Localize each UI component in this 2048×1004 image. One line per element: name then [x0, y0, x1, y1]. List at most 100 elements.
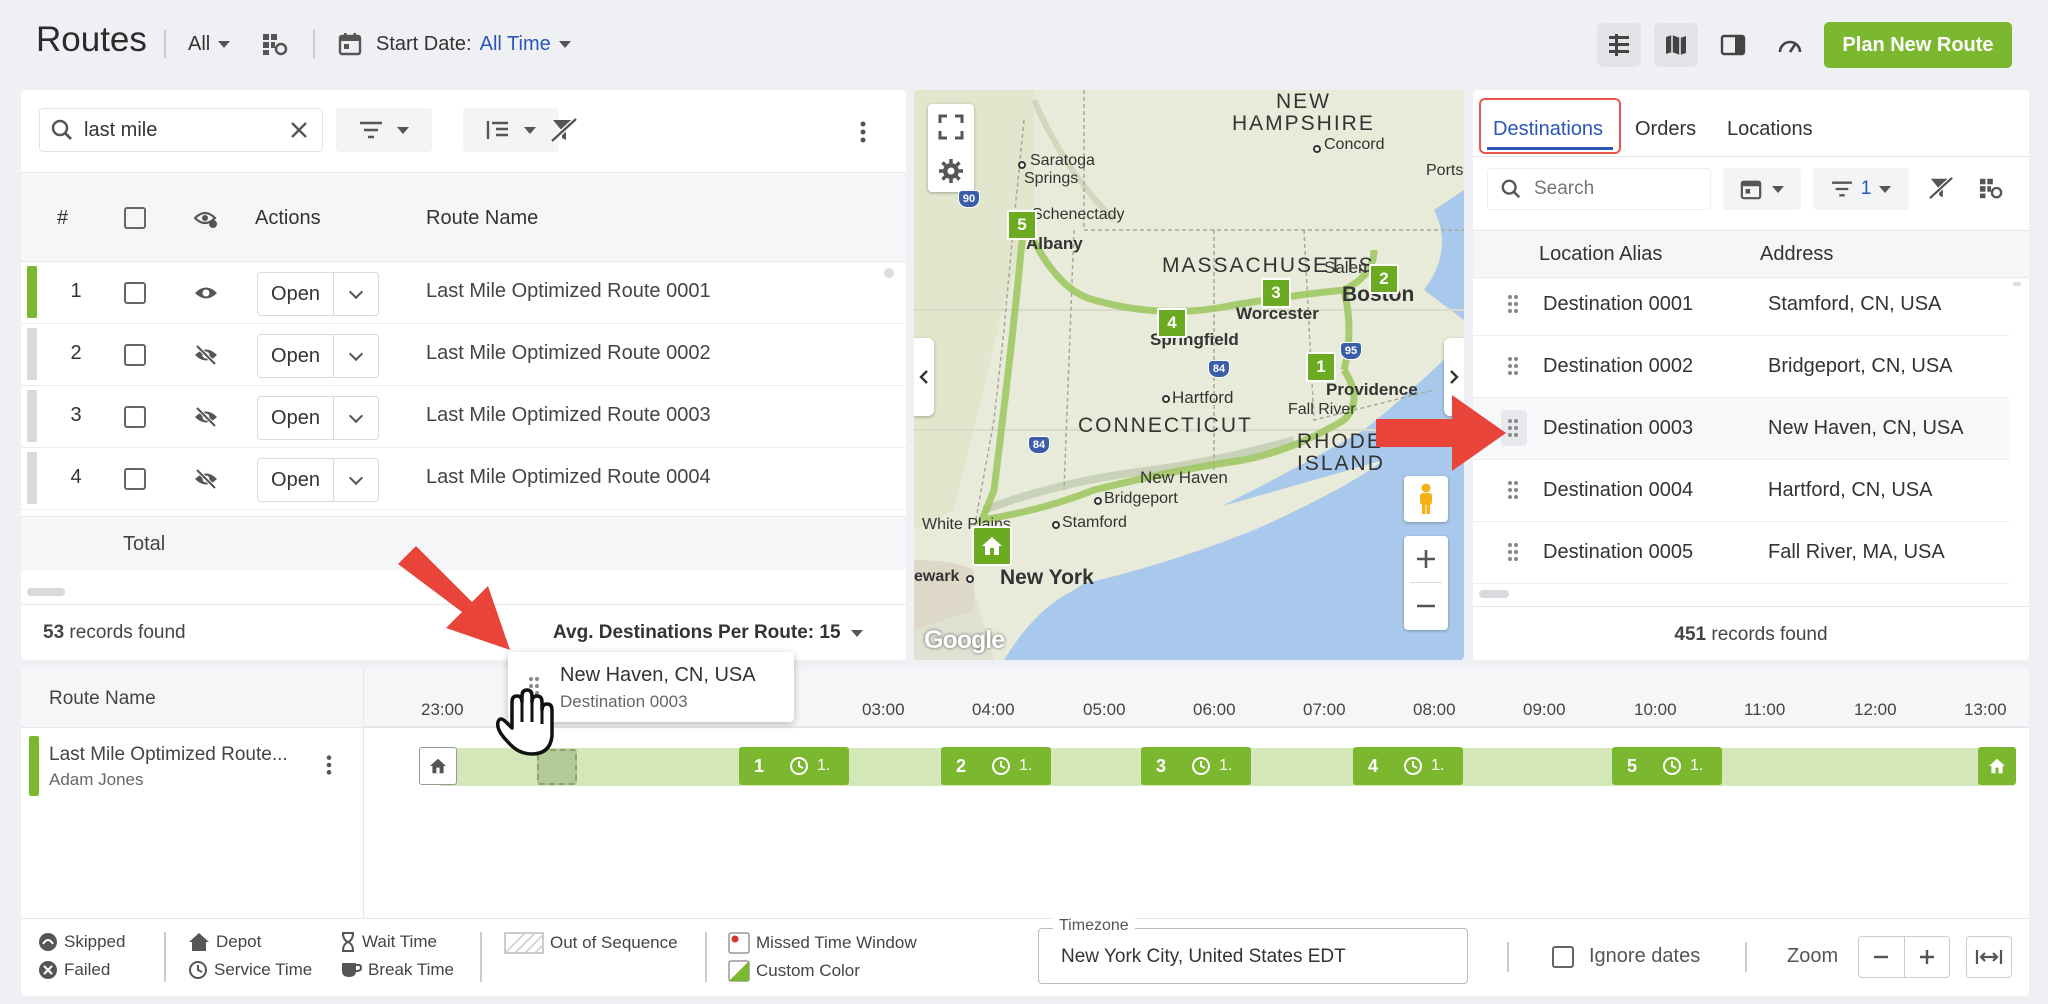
stop-block[interactable]: 1 1. — [739, 747, 849, 785]
drag-preview-address: New Haven, CN, USA — [560, 664, 756, 686]
map-settings-icon[interactable] — [1979, 176, 2003, 200]
route-number: 2 — [70, 342, 82, 364]
route-stop-marker[interactable]: 5 — [1007, 210, 1037, 240]
collapse-left-button[interactable] — [914, 338, 934, 416]
schedule-route-name[interactable]: Last Mile Optimized Route... — [49, 744, 288, 766]
destination-row[interactable]: Destination 0003 New Haven, CN, USA — [1473, 398, 2009, 460]
route-stop-marker[interactable]: 1 — [1306, 352, 1336, 382]
destination-row[interactable]: Destination 0004 Hartford, CN, USA — [1473, 460, 2009, 522]
route-stop-marker[interactable]: 4 — [1157, 308, 1187, 338]
drag-handle-icon[interactable] — [1507, 480, 1519, 500]
split-view-button[interactable] — [1597, 23, 1641, 67]
plan-new-route-button[interactable]: Plan New Route — [1824, 22, 2012, 68]
clear-filters-icon[interactable] — [1928, 176, 1954, 200]
tab-destinations[interactable]: Destinations — [1493, 118, 1603, 141]
vertical-scrollbar[interactable] — [2013, 282, 2021, 286]
group-icon — [486, 121, 508, 139]
highway-shield: 84 — [1208, 360, 1230, 378]
route-row[interactable]: 3 Open Last Mile Optimized Route 0003 — [21, 386, 906, 448]
row-checkbox[interactable] — [124, 282, 146, 304]
row-checkbox[interactable] — [124, 406, 146, 428]
eye-icon[interactable] — [194, 284, 218, 302]
filter-button[interactable]: 1 — [1813, 168, 1909, 210]
open-dropdown[interactable] — [334, 459, 378, 501]
row-checkbox[interactable] — [124, 468, 146, 490]
city-label: Fall River — [1288, 401, 1356, 418]
map-settings-icon[interactable] — [262, 32, 288, 56]
open-route-button[interactable]: Open — [257, 334, 379, 378]
open-route-button[interactable]: Open — [257, 272, 379, 316]
visibility-settings-icon[interactable] — [194, 209, 218, 229]
route-color-bar — [27, 390, 37, 442]
tab-locations[interactable]: Locations — [1727, 118, 1813, 141]
fit-width-button[interactable] — [1966, 936, 2012, 978]
stop-block[interactable]: 3 1. — [1141, 747, 1251, 785]
clear-search-icon[interactable] — [288, 119, 310, 141]
stop-block[interactable]: 2 1. — [941, 747, 1051, 785]
destination-row[interactable]: Destination 0005 Fall River, MA, USA — [1473, 522, 2009, 584]
ignore-dates-checkbox[interactable] — [1552, 946, 1574, 968]
open-dropdown[interactable] — [334, 273, 378, 315]
street-view-button[interactable] — [1404, 476, 1448, 522]
timeline-tick: 08:00 — [1413, 700, 1456, 719]
stop-block[interactable]: 4 1. — [1353, 747, 1463, 785]
more-options-icon[interactable] — [859, 120, 867, 144]
date-filter-button[interactable] — [1723, 168, 1801, 210]
zoom-out-button[interactable] — [1859, 937, 1905, 977]
end-depot-block[interactable] — [1978, 747, 2016, 785]
route-stop-marker[interactable]: 3 — [1261, 278, 1291, 308]
row-checkbox[interactable] — [124, 344, 146, 366]
vertical-scrollbar[interactable] — [884, 268, 894, 278]
top-bar: Routes All Start Date: All Time Plan New… — [0, 0, 2048, 88]
route-row[interactable]: 4 Open Last Mile Optimized Route 0004 — [21, 448, 906, 510]
group-button[interactable] — [463, 108, 559, 152]
route-row[interactable]: 1 Open Last Mile Optimized Route 0001 — [21, 262, 906, 324]
route-more-options-icon[interactable] — [325, 754, 333, 776]
tab-orders[interactable]: Orders — [1635, 118, 1696, 141]
panel-view-button[interactable] — [1711, 23, 1755, 67]
search-input[interactable]: last mile — [84, 119, 278, 142]
drag-handle-icon[interactable] — [1507, 542, 1519, 562]
stop-block[interactable]: 5 1. — [1612, 747, 1722, 785]
eye-hidden-icon[interactable] — [194, 406, 218, 428]
fullscreen-icon[interactable] — [938, 114, 964, 140]
open-route-button[interactable]: Open — [257, 458, 379, 502]
destination-search-input[interactable] — [1534, 178, 1674, 200]
route-stop-marker[interactable]: 2 — [1369, 264, 1399, 294]
drag-handle-icon[interactable] — [1507, 356, 1519, 376]
zoom-in-button[interactable] — [1905, 937, 1950, 977]
destination-row[interactable]: Destination 0002 Bridgeport, CN, USA — [1473, 336, 2009, 398]
map-panel[interactable]: NEW HAMPSHIRE MASSACHUSETTS CONNECTICUT … — [914, 90, 1464, 660]
timezone-select[interactable]: Timezone New York City, United States ED… — [1038, 917, 1468, 984]
eye-hidden-icon[interactable] — [194, 468, 218, 490]
city-label: New York — [1000, 566, 1094, 589]
zoom-in-icon[interactable] — [1415, 548, 1437, 570]
route-row[interactable]: 2 Open Last Mile Optimized Route 0002 — [21, 324, 906, 386]
open-dropdown[interactable] — [334, 397, 378, 439]
horizontal-scrollbar[interactable] — [1479, 590, 1509, 598]
zoom-out-icon[interactable] — [1415, 595, 1437, 617]
map-settings-gear-icon[interactable] — [938, 158, 964, 184]
open-route-button[interactable]: Open — [257, 396, 379, 440]
route-search-field[interactable]: last mile — [39, 108, 323, 152]
map-view-button[interactable] — [1654, 23, 1698, 67]
drag-handle-icon[interactable] — [1507, 294, 1519, 314]
destination-row[interactable]: Destination 0001 Stamford, CN, USA — [1473, 274, 2009, 336]
avg-destinations-dropdown[interactable]: Avg. Destinations Per Route: 15 — [553, 622, 863, 644]
start-depot-block[interactable] — [419, 747, 457, 785]
depot-marker[interactable] — [972, 526, 1012, 566]
select-all-checkbox[interactable] — [124, 207, 146, 229]
open-dropdown[interactable] — [334, 335, 378, 377]
drag-handle-icon[interactable] — [1507, 418, 1519, 438]
start-date-filter[interactable]: Start Date: All Time — [338, 32, 571, 56]
speed-button[interactable] — [1768, 23, 1812, 67]
records-count: 451 — [1674, 624, 1707, 645]
eye-hidden-icon[interactable] — [194, 344, 218, 366]
home-icon — [430, 758, 446, 774]
destination-search-field[interactable] — [1487, 168, 1711, 210]
highway-shield: 90 — [958, 190, 980, 208]
clear-filters-icon[interactable] — [550, 117, 578, 143]
filter-button[interactable] — [336, 108, 432, 152]
filter-all-dropdown[interactable]: All — [188, 33, 231, 56]
horizontal-scrollbar[interactable] — [27, 588, 65, 596]
